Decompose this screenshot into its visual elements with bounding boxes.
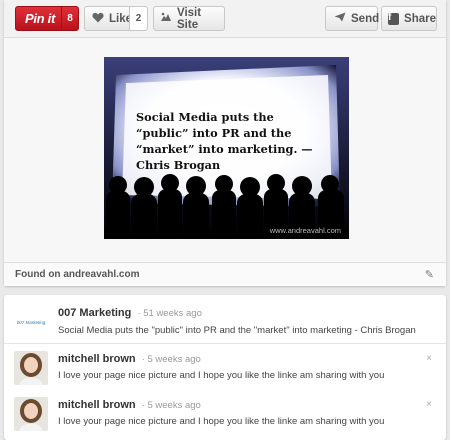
comment-author-name[interactable]: 007 Marketing <box>58 307 131 319</box>
avatar[interactable]: 007 Marketing <box>14 305 48 339</box>
image-credit: www.andreavahl.com <box>269 226 341 235</box>
comment-text: Social Media puts the "public" into PR a… <box>58 325 416 336</box>
facebook-icon: f <box>388 12 400 25</box>
comment-time: · 5 weeks ago <box>141 354 201 365</box>
avatar[interactable] <box>14 351 48 385</box>
pin-quote-text: Social Media puts the “public” into PR a… <box>136 110 313 172</box>
comments-card: 007 Marketing 007 Marketing · 51 weeks a… <box>4 295 446 440</box>
divider <box>4 343 446 344</box>
comment-item: mitchell brown · 5 weeks ago I love your… <box>4 347 446 395</box>
pencil-icon[interactable]: ✎ <box>425 268 434 281</box>
share-label: Share <box>404 12 436 25</box>
avatar-logo-text: 007 Marketing <box>16 319 46 325</box>
send-icon <box>334 12 346 25</box>
visit-site-button[interactable]: Visit Site <box>153 6 225 31</box>
like-button[interactable]: Like 2 <box>84 6 148 31</box>
comment-author: 007 Marketing · 51 weeks ago <box>58 307 202 319</box>
comment-author: mitchell brown · 5 weeks ago <box>58 399 201 411</box>
comment-author-name[interactable]: mitchell brown <box>58 353 136 365</box>
pin-it-button[interactable]: Pin it 8 <box>15 6 79 31</box>
share-button[interactable]: f Share <box>381 6 437 31</box>
send-button[interactable]: Send <box>325 6 380 31</box>
visit-site-icon <box>160 12 172 25</box>
comment-time: · 5 weeks ago <box>141 400 201 411</box>
comment-item: 007 Marketing 007 Marketing · 51 weeks a… <box>4 299 446 347</box>
pin-count: 8 <box>61 7 78 30</box>
pin-it-label: Pin it <box>25 11 55 26</box>
comment-text: I love your page nice picture and I hope… <box>58 416 385 427</box>
pin-image[interactable]: Social Media puts the “public” into PR a… <box>104 57 349 239</box>
comment-author: mitchell brown · 5 weeks ago <box>58 353 201 365</box>
comment-item: mitchell brown · 5 weeks ago I love your… <box>4 393 446 440</box>
avatar[interactable] <box>14 397 48 431</box>
heart-icon <box>92 12 104 26</box>
visit-site-label: Visit Site <box>177 6 202 31</box>
like-count: 2 <box>129 7 147 30</box>
comment-time: · 51 weeks ago <box>137 308 202 319</box>
comment-author-name[interactable]: mitchell brown <box>58 399 136 411</box>
close-icon[interactable]: × <box>426 399 432 410</box>
send-label: Send <box>351 12 380 25</box>
found-on-link[interactable]: Found on andreavahl.com <box>15 269 139 280</box>
found-on-bar: Found on andreavahl.com ✎ <box>4 262 446 286</box>
pin-card: Pin it 8 Like 2 Visit Site Send f Share <box>4 0 446 286</box>
comment-text: I love your page nice picture and I hope… <box>58 370 385 381</box>
pin-toolbar: Pin it 8 Like 2 Visit Site Send f Share <box>4 0 446 38</box>
close-icon[interactable]: × <box>426 353 432 364</box>
